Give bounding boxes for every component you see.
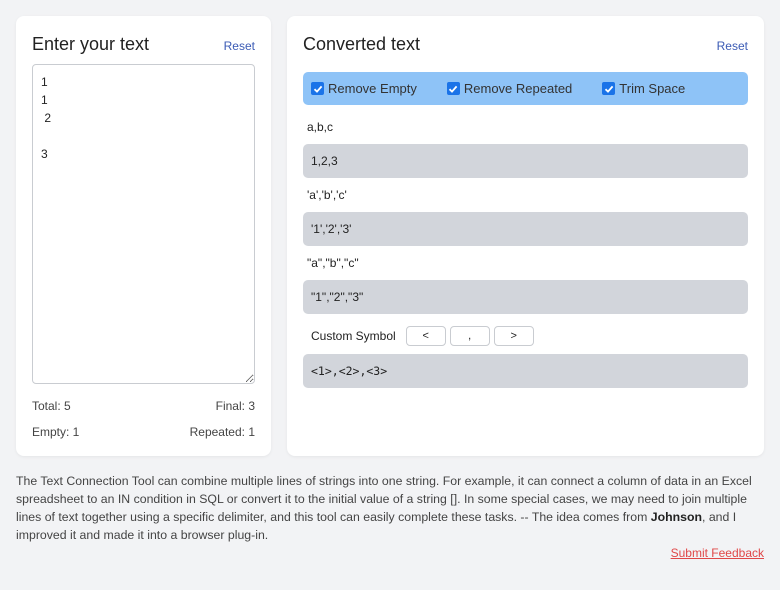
trim-space-option[interactable]: Trim Space — [602, 81, 685, 96]
remove-repeated-option[interactable]: Remove Repeated — [446, 81, 573, 96]
input-panel-title: Enter your text — [32, 34, 150, 54]
remove-empty-checkbox[interactable] — [311, 82, 324, 95]
output-panel: Converted text Reset Remove Empty Remove… — [287, 16, 764, 456]
input-panel: Enter your text Reset Total: 5 Final: 3 … — [16, 16, 271, 456]
format-label-double-quote: "a","b","c" — [307, 256, 359, 270]
submit-feedback-link[interactable]: Submit Feedback — [671, 546, 764, 560]
final-count: Final: 3 — [215, 399, 255, 413]
custom-symbol-label: Custom Symbol — [311, 329, 396, 343]
checkmark-icon — [604, 85, 614, 93]
trim-space-checkbox[interactable] — [602, 82, 616, 95]
result-plain[interactable]: 1,2,3 — [303, 144, 748, 178]
remove-empty-label: Remove Empty — [328, 81, 417, 96]
custom-separator-input[interactable]: , — [449, 326, 490, 346]
remove-repeated-checkbox[interactable] — [446, 82, 460, 95]
checkmark-icon — [449, 85, 458, 93]
tool-description: The Text Connection Tool can combine mul… — [16, 472, 766, 544]
description-text-before: The Text Connection Tool can combine mul… — [16, 474, 752, 524]
options-bar: Remove Empty Remove Repeated Trim Space — [303, 72, 748, 105]
total-count: Total: 5 — [32, 399, 71, 413]
output-panel-title: Converted text — [303, 34, 421, 54]
format-label-single-quote: 'a','b','c' — [307, 188, 347, 202]
checkmark-icon — [313, 85, 322, 93]
result-custom[interactable]: <1>,<2>,<3> — [303, 354, 748, 388]
trim-space-label: Trim Space — [619, 81, 686, 96]
remove-repeated-label: Remove Repeated — [463, 81, 573, 96]
input-reset-link[interactable]: Reset — [224, 39, 255, 53]
repeated-count: Repeated: 1 — [189, 425, 255, 439]
custom-suffix-input[interactable]: > — [493, 326, 534, 346]
output-reset-link[interactable]: Reset — [717, 39, 748, 53]
remove-empty-option[interactable]: Remove Empty — [311, 81, 417, 96]
custom-symbol-row: Custom Symbol < , > — [311, 326, 534, 346]
result-single-quote[interactable]: '1','2','3' — [303, 212, 748, 246]
result-double-quote[interactable]: "1","2","3" — [303, 280, 748, 314]
format-label-plain: a,b,c — [307, 120, 334, 134]
description-author: Johnson — [650, 510, 702, 524]
empty-count: Empty: 1 — [32, 425, 80, 439]
text-input[interactable] — [32, 64, 255, 384]
custom-prefix-input[interactable]: < — [405, 326, 446, 346]
